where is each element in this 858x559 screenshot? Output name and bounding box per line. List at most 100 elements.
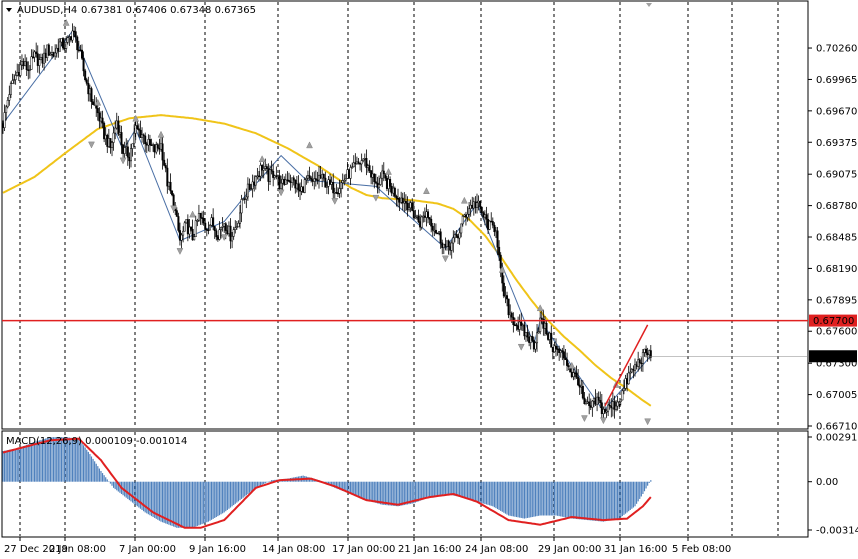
macd-histogram-bar [650,480,652,482]
macd-histogram-bar [642,481,644,494]
time-axis: 27 Dec 20192 Jan 08:00 7 Jan 00:00 9 Jan 1… [4,537,731,555]
macd-histogram-bar [471,481,473,501]
candle-body [169,182,172,192]
candle-body [363,158,366,160]
candle-body [524,332,527,337]
candle-body [63,47,66,50]
dropdown-arrow-icon[interactable] [6,8,12,12]
candle-body [493,224,496,233]
candle-body [641,352,644,364]
macd-histogram-bar [367,481,369,501]
candle-body [427,211,430,218]
candle-body [577,376,580,386]
time-tick-label: 31 Jan 16:00 [604,544,667,555]
candle-body [5,106,8,113]
candle-body [120,132,123,146]
fractal-arrow [176,248,184,255]
macd-histogram-bar [361,481,363,499]
candle-body [354,162,357,165]
candle-body [199,213,202,218]
time-tick-label: 29 Jan 00:00 [538,544,601,555]
macd-histogram-bar [476,481,478,502]
candle-body [482,212,485,218]
macd-histogram-bar [400,481,402,506]
candle-body [390,186,393,194]
candle-body [101,117,104,124]
macd-histogram-bar [261,481,263,485]
macd-histogram-bar [228,481,230,509]
candle-body [521,324,524,327]
candle-body [175,210,178,217]
candle-body [453,234,456,239]
candle-body [414,216,417,219]
candle-body [191,228,194,241]
macd-histogram-bar [626,481,628,513]
macd-histogram-bar [421,481,423,501]
macd-histogram-bar [237,481,240,502]
candle-body [71,30,74,41]
candle-body [496,230,499,248]
macd-histogram-bar [582,481,584,520]
candle-body [239,212,241,224]
macd-histogram-bar [596,481,598,522]
macd-histogram-bar [195,481,197,527]
candle-body [17,71,20,76]
candle-body [480,206,483,213]
candle-body [153,144,156,153]
candle-body [254,176,257,186]
macd-histogram-bar [459,481,461,497]
candle-body [374,181,377,184]
candle-body [171,190,174,196]
macd-histogram-bar [634,481,636,507]
macd-histogram-bar [645,481,647,489]
macd-histogram-bar [22,446,25,482]
price-axis: 0.70260 0.69965 0.69670 0.69375 0.69075 0.687… [808,44,857,433]
macd-histogram-bar [365,481,367,501]
macd-tick-label: -0.003144 [816,526,858,537]
candle-body [415,215,418,218]
candle-body [13,79,16,81]
candle-body [564,357,567,361]
macd-histogram-bar [226,481,228,510]
candle-body [137,128,140,131]
candle-body [474,201,477,208]
candle-body [566,359,569,366]
candle-body [597,396,600,401]
candle-body [449,246,452,251]
macd-histogram-bar [207,481,209,522]
candle-body [115,120,118,129]
macd-histogram-bar [599,481,601,522]
candle-body [490,220,493,223]
price-tick-label: 0.69965 [816,75,857,86]
candle-body [25,61,28,71]
candle-body [96,108,99,114]
macd-tick-label: 0.002911 [816,433,858,444]
macd-histogram-bar [29,443,31,482]
candle-body [180,234,183,241]
macd-histogram-bar [531,481,533,518]
macd-histogram-bar [648,481,650,483]
fractal-arrow [119,157,127,165]
candle-body [299,189,302,192]
macd-histogram-bar [250,481,252,492]
macd-histogram-bar [387,481,390,506]
candle-body [550,332,553,348]
time-tick-label: 17 Jan 00:00 [332,544,395,555]
macd-histogram-bar [447,481,450,495]
candle-body [385,177,388,189]
fractal-arrow [306,141,313,149]
macd-histogram-bar [234,481,236,504]
macd-histogram-bar [504,481,507,514]
macd-histogram-bar [449,481,451,495]
macd-histogram-bar [8,449,10,482]
fractal-arrow [385,167,392,175]
macd-histogram-bar [579,481,581,520]
candle-body [303,179,306,193]
candle-body [477,200,480,203]
macd-histogram-bar [177,481,179,528]
macd-histogram-bar [517,481,519,518]
fractal-arrow [423,187,430,194]
macd-histogram-bar [26,444,28,482]
macd-histogram-bar [108,481,110,483]
candle-body [41,57,44,64]
